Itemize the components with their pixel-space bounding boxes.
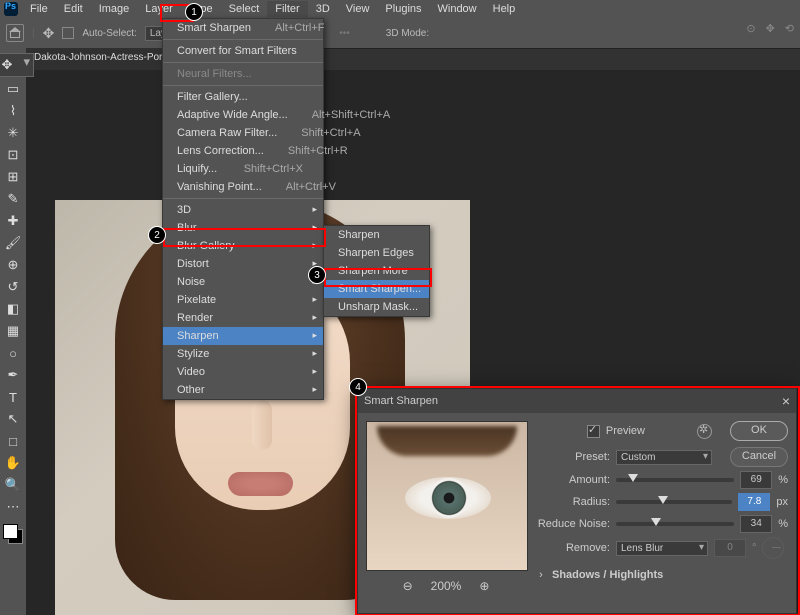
type-tool[interactable]: T — [3, 387, 23, 407]
callout-4: 4 — [349, 378, 367, 396]
menu-item-3d[interactable]: 3D — [163, 201, 323, 219]
frame-tool[interactable]: ⊞ — [3, 167, 23, 187]
crop-tool[interactable]: ⊡ — [3, 145, 23, 165]
color-swatches[interactable] — [3, 524, 23, 544]
callout-1: 1 — [185, 3, 203, 21]
menu-3d[interactable]: 3D — [308, 1, 338, 17]
foreground-color[interactable] — [3, 524, 18, 539]
menu-item-filter-gallery[interactable]: Filter Gallery... — [163, 88, 323, 106]
menu-item-render[interactable]: Render — [163, 309, 323, 327]
more-tools[interactable]: ⋯ — [3, 497, 23, 517]
menu-window[interactable]: Window — [430, 1, 485, 17]
menu-plugins[interactable]: Plugins — [377, 1, 429, 17]
lasso-tool[interactable]: ⌇ — [3, 101, 23, 121]
top-right-icons: ⊙ ✥ ⟲ — [746, 22, 794, 35]
wand-tool[interactable]: ✳ — [3, 123, 23, 143]
pen-tool[interactable]: ✒ — [3, 365, 23, 385]
heal-tool[interactable]: ✚ — [3, 211, 23, 231]
menu-item-pixelate[interactable]: Pixelate — [163, 291, 323, 309]
menu-item-adaptive-wide[interactable]: Adaptive Wide Angle...Alt+Shift+Ctrl+A — [163, 106, 323, 124]
menu-item-distort[interactable]: Distort — [163, 255, 323, 273]
menu-filter[interactable]: Filter — [267, 1, 307, 17]
hand-tool[interactable]: ✋ — [3, 453, 23, 473]
annotation-box-4 — [355, 386, 800, 615]
menu-item-camera-raw[interactable]: Camera Raw Filter...Shift+Ctrl+A — [163, 124, 323, 142]
3d-mode-label: 3D Mode: — [386, 28, 429, 39]
gradient-tool[interactable]: ▦ — [3, 321, 23, 341]
annotation-box-2 — [163, 228, 326, 247]
filter-menu-dropdown: Smart SharpenAlt+Ctrl+F Convert for Smar… — [162, 18, 324, 400]
menu-edit[interactable]: Edit — [56, 1, 91, 17]
eyedropper-tool[interactable]: ✎ — [3, 189, 23, 209]
menu-view[interactable]: View — [338, 1, 378, 17]
stamp-tool[interactable]: ⊕ — [3, 255, 23, 275]
menu-bar: File Edit Image Layer Type Select Filter… — [0, 0, 800, 18]
callout-3: 3 — [308, 266, 326, 284]
submenu-unsharp-mask[interactable]: Unsharp Mask... — [324, 298, 429, 316]
submenu-sharpen[interactable]: Sharpen — [324, 226, 429, 244]
menu-item-neural[interactable]: Neural Filters... — [163, 65, 323, 83]
history-brush-tool[interactable]: ↺ — [3, 277, 23, 297]
menu-file[interactable]: File — [22, 1, 56, 17]
submenu-sharpen-edges[interactable]: Sharpen Edges — [324, 244, 429, 262]
shape-tool[interactable]: □ — [3, 431, 23, 451]
dodge-tool[interactable]: ○ — [3, 343, 23, 363]
menu-image[interactable]: Image — [91, 1, 138, 17]
move-tool-icon[interactable]: ✥ — [43, 25, 55, 42]
3d-zoom-icon[interactable]: ⟲ — [785, 22, 794, 35]
menu-item-vanishing-point[interactable]: Vanishing Point...Alt+Ctrl+V — [163, 178, 323, 196]
menu-item-convert-smart[interactable]: Convert for Smart Filters — [163, 42, 323, 60]
menu-help[interactable]: Help — [485, 1, 524, 17]
path-tool[interactable]: ↖ — [3, 409, 23, 429]
menu-item-stylize[interactable]: Stylize — [163, 345, 323, 363]
3d-pan-icon[interactable]: ✥ — [766, 22, 775, 35]
menu-item-other[interactable]: Other — [163, 381, 323, 399]
zoom-tool[interactable]: 🔍 — [3, 475, 23, 495]
menu-item-sharpen[interactable]: Sharpen — [163, 327, 323, 345]
auto-select-label: Auto-Select: — [82, 28, 136, 39]
move-tool[interactable]: ✥ — [0, 53, 34, 77]
home-icon[interactable] — [6, 24, 24, 42]
options-bar: | ✥ Auto-Select: Layer ⊟ ⊞ ⊡ ≡ ⦀ ••• 3D … — [0, 18, 800, 49]
callout-2: 2 — [148, 226, 166, 244]
auto-select-checkbox[interactable] — [62, 27, 74, 39]
annotation-box-3 — [324, 268, 432, 287]
3d-orbit-icon[interactable]: ⊙ — [746, 22, 755, 35]
menu-item-lens-correction[interactable]: Lens Correction...Shift+Ctrl+R — [163, 142, 323, 160]
app-logo-icon — [4, 2, 18, 16]
menu-item-liquify[interactable]: Liquify...Shift+Ctrl+X — [163, 160, 323, 178]
menu-select[interactable]: Select — [221, 1, 268, 17]
tools-panel: ✥ ▭ ⌇ ✳ ⊡ ⊞ ✎ ✚ 🖌 ⊕ ↺ ◧ ▦ ○ ✒ T ↖ □ ✋ 🔍 … — [0, 48, 26, 615]
marquee-tool[interactable]: ▭ — [3, 79, 23, 99]
brush-tool[interactable]: 🖌 — [3, 233, 23, 253]
menu-item-video[interactable]: Video — [163, 363, 323, 381]
menu-item-noise[interactable]: Noise — [163, 273, 323, 291]
eraser-tool[interactable]: ◧ — [3, 299, 23, 319]
